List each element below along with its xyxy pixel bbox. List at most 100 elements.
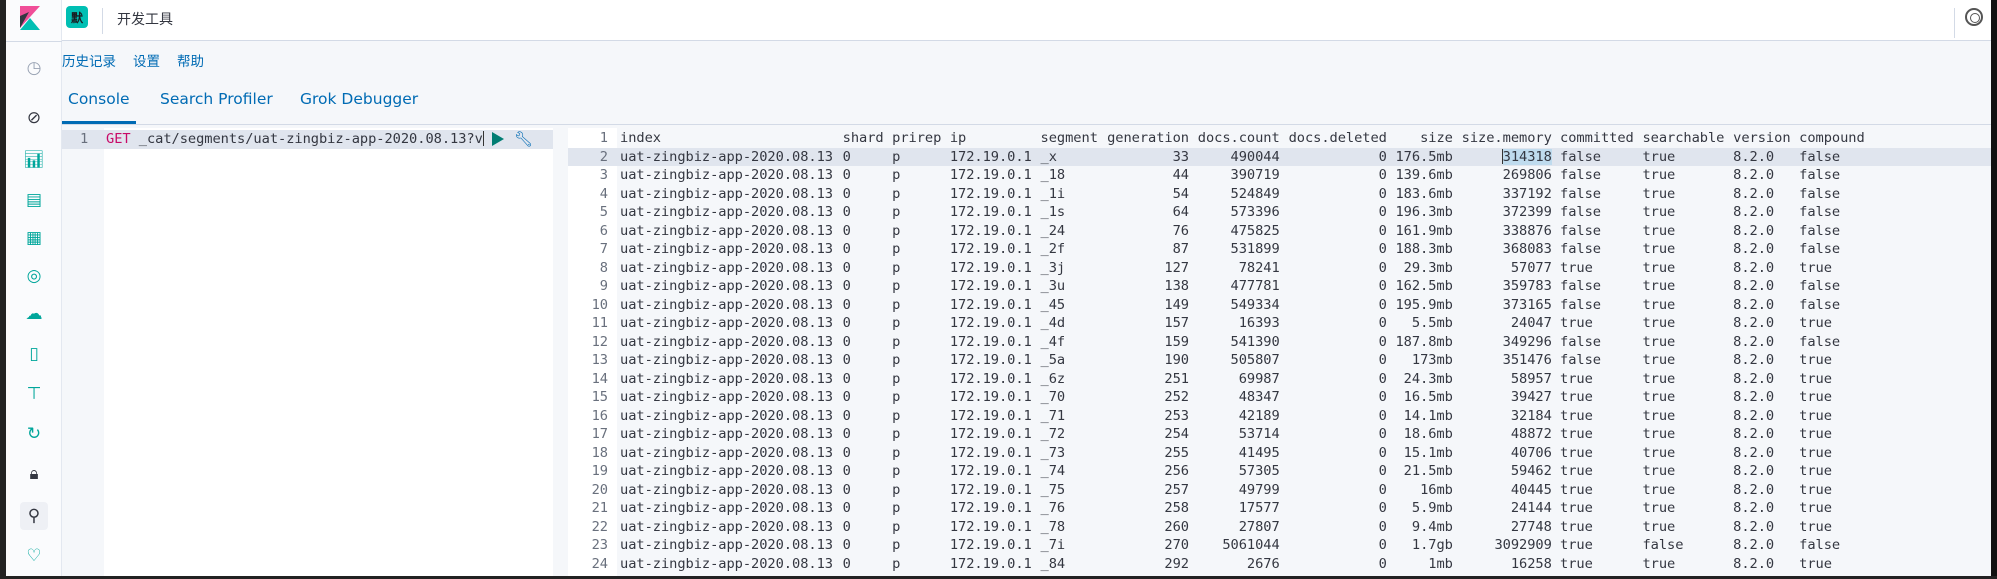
- cell-index: uat-zingbiz-app-2020.08.13: [620, 481, 833, 498]
- cell-docs-count: 531899: [1230, 241, 1280, 257]
- line-number: 20: [591, 481, 608, 498]
- cell-shard: 0: [842, 222, 851, 239]
- history-link[interactable]: 历史记录: [62, 50, 116, 70]
- monitoring-heart-icon[interactable]: ♡: [20, 542, 48, 570]
- infrastructure-icon[interactable]: ☁: [20, 300, 48, 328]
- cell-compound: true: [1799, 370, 1832, 387]
- cell-index: uat-zingbiz-app-2020.08.13: [620, 222, 833, 239]
- cell-shard: 0: [842, 555, 851, 572]
- cell-prirep: p: [892, 167, 901, 183]
- cell-ip: 172.19.0.1: [949, 259, 1032, 276]
- cell-searchable: true: [1642, 167, 1676, 183]
- line-number: 21: [591, 500, 608, 516]
- help-link[interactable]: 帮助: [177, 50, 204, 70]
- cell-size: 14.1mb: [1403, 407, 1453, 424]
- visualize-icon[interactable]: 📊︎: [20, 146, 48, 174]
- output-row: 15 uat-zingbiz-app-2020.08.13 0 p 172.19.0.1…: [568, 388, 1991, 407]
- cell-ip: 172.19.0.1: [949, 352, 1032, 368]
- cell-size: 161.9mb: [1395, 222, 1453, 239]
- run-play-icon[interactable]: [492, 132, 504, 146]
- column-header-segment: segment: [1040, 130, 1098, 146]
- dev-tools-wrench-icon[interactable]: ⚲: [20, 502, 48, 530]
- cell-docs-deleted: 0: [1378, 333, 1387, 350]
- cell-version: 8.2.0: [1733, 500, 1775, 516]
- column-header-size-memory: size.memory: [1461, 130, 1552, 146]
- cell-generation: 157: [1164, 315, 1189, 331]
- cell-prirep: p: [892, 500, 901, 516]
- tab-grok-debugger[interactable]: Grok Debugger: [294, 90, 424, 121]
- settings-link[interactable]: 设置: [133, 50, 160, 70]
- cell-shard: 0: [842, 370, 851, 387]
- cell-docs-count: 16393: [1238, 315, 1280, 331]
- help-lifebuoy-icon[interactable]: [1965, 8, 1983, 26]
- discover-compass-icon[interactable]: ⊘: [20, 104, 48, 132]
- cell-size: 162.5mb: [1395, 278, 1453, 294]
- recent-clock-icon[interactable]: ◷: [20, 54, 48, 82]
- output-row: 9 uat-zingbiz-app-2020.08.13 0 p 172.19.0.1 _…: [568, 277, 1991, 296]
- output-row: 11 uat-zingbiz-app-2020.08.13 0 p 172.19.0.1…: [568, 314, 1991, 333]
- response-output[interactable]: 1 index shard prirep ip segment generation docs…: [568, 128, 1991, 576]
- cell-generation: 87: [1172, 241, 1189, 257]
- cell-docs-deleted: 0: [1378, 315, 1387, 331]
- cell-generation: 254: [1164, 426, 1189, 442]
- cell-compound: true: [1799, 500, 1832, 516]
- tab-search-profiler[interactable]: Search Profiler: [154, 90, 279, 121]
- cell-generation: 258: [1164, 500, 1189, 516]
- kibana-logo-icon[interactable]: [20, 6, 40, 30]
- cell-version: 8.2.0: [1733, 555, 1775, 572]
- siem-lock-icon[interactable]: 🔒︎: [20, 460, 48, 488]
- output-row: 17 uat-zingbiz-app-2020.08.13 0 p 172.19.0.1…: [568, 425, 1991, 444]
- request-editor[interactable]: 1 GET _cat/segments/uat-zingbiz-app-2020…: [62, 128, 553, 576]
- cell-segment: _7i: [1040, 537, 1066, 553]
- cell-index: uat-zingbiz-app-2020.08.13: [620, 148, 833, 165]
- dashboard-icon[interactable]: ▤: [20, 186, 48, 214]
- output-row: 6 uat-zingbiz-app-2020.08.13 0 p 172.19.0.1 _…: [568, 222, 1991, 241]
- cell-version: 8.2.0: [1733, 296, 1775, 313]
- cell-docs-count: 48347: [1238, 389, 1280, 405]
- uptime-icon[interactable]: ↻: [20, 420, 48, 448]
- maps-icon[interactable]: ◎: [20, 262, 48, 290]
- cell-ip: 172.19.0.1: [949, 185, 1032, 202]
- cell-prirep: p: [892, 241, 901, 257]
- cell-committed: false: [1560, 278, 1601, 294]
- http-method: GET: [106, 131, 131, 147]
- cell-compound: false: [1799, 537, 1841, 553]
- cell-generation: 256: [1164, 463, 1189, 479]
- top-header: 默 开发工具: [62, 0, 1991, 41]
- cell-compound: true: [1799, 444, 1832, 461]
- cell-segment: _1i: [1040, 185, 1066, 202]
- cell-shard: 0: [842, 333, 851, 350]
- cell-generation: 138: [1164, 278, 1189, 294]
- cell-shard: 0: [842, 518, 851, 535]
- cell-index: uat-zingbiz-app-2020.08.13: [620, 278, 833, 294]
- cell-searchable: true: [1642, 352, 1676, 368]
- line-number: 16: [591, 407, 608, 424]
- cell-compound: true: [1799, 518, 1832, 535]
- request-line[interactable]: GET _cat/segments/uat-zingbiz-app-2020.0…: [106, 130, 484, 149]
- cell-docs-count: 49799: [1238, 481, 1280, 498]
- cell-prirep: p: [892, 278, 901, 294]
- cell-version: 8.2.0: [1733, 241, 1775, 257]
- line-number: 1: [80, 131, 89, 147]
- cell-generation: 292: [1164, 555, 1189, 572]
- cell-prirep: p: [892, 426, 901, 442]
- cell-committed: false: [1560, 185, 1601, 202]
- output-row: 19 uat-zingbiz-app-2020.08.13 0 p 172.19.0.1…: [568, 462, 1991, 481]
- cell-size: 173mb: [1411, 352, 1453, 368]
- wrench-settings-icon[interactable]: 🔧︎: [514, 130, 533, 148]
- space-avatar[interactable]: 默: [66, 6, 88, 28]
- apm-icon[interactable]: ⊤: [20, 380, 48, 408]
- output-row: 20 uat-zingbiz-app-2020.08.13 0 p 172.19.0.1…: [568, 481, 1991, 500]
- canvas-icon[interactable]: ▦: [20, 224, 48, 252]
- cell-version: 8.2.0: [1733, 185, 1775, 202]
- cell-size-memory: 337192: [1502, 185, 1552, 202]
- tab-console[interactable]: Console: [62, 90, 136, 124]
- logs-icon[interactable]: ▯: [20, 340, 48, 368]
- cell-docs-count: 42189: [1238, 407, 1280, 424]
- cell-docs-count: 41495: [1238, 444, 1280, 461]
- cell-docs-deleted: 0: [1378, 518, 1387, 535]
- cell-prirep: p: [892, 518, 901, 535]
- column-header-docs-deleted: docs.deleted: [1288, 130, 1387, 146]
- column-header-ip: ip: [949, 130, 967, 146]
- cell-size: 18.6mb: [1403, 426, 1453, 442]
